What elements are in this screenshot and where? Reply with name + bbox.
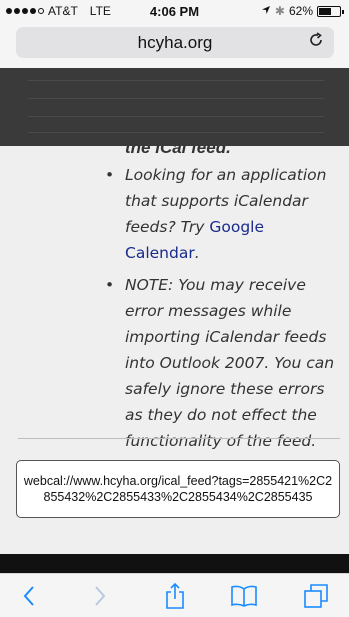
list-item: NOTE: You may receive error messages whi… — [105, 272, 343, 454]
browser-header: hcyha.org — [0, 22, 349, 68]
reload-icon[interactable] — [308, 32, 324, 53]
location-icon — [261, 4, 271, 18]
browser-toolbar — [0, 573, 349, 617]
page-content: the iCal feed. Looking for an applicatio… — [0, 146, 349, 554]
battery-percent: 62% — [288, 4, 313, 18]
instructions-list: Looking for an application that supports… — [105, 162, 343, 460]
bullet-text-end: . — [194, 244, 200, 262]
divider — [18, 438, 340, 439]
bluetooth-icon: ✱ — [274, 4, 285, 18]
chevron-right-icon[interactable] — [86, 582, 114, 610]
address-text: hcyha.org — [137, 32, 213, 52]
share-icon[interactable] — [161, 582, 189, 610]
address-bar[interactable]: hcyha.org — [16, 27, 334, 58]
book-icon[interactable] — [230, 582, 258, 610]
status-right-group: ✱ 62% — [261, 4, 344, 18]
dimmed-overlay — [0, 68, 349, 146]
page-footer-band — [0, 554, 349, 573]
status-bar: AT&T LTE 4:06 PM ✱ 62% — [0, 0, 349, 22]
tabs-icon[interactable] — [302, 582, 330, 610]
battery-icon — [317, 5, 344, 17]
bullet-text: NOTE: You may receive error messages whi… — [125, 276, 335, 450]
feed-url-field[interactable]: webcal://www.hcyha.org/ical_feed?tags=28… — [16, 460, 340, 518]
chevron-left-icon[interactable] — [15, 582, 43, 610]
list-item: Looking for an application that supports… — [105, 162, 343, 266]
